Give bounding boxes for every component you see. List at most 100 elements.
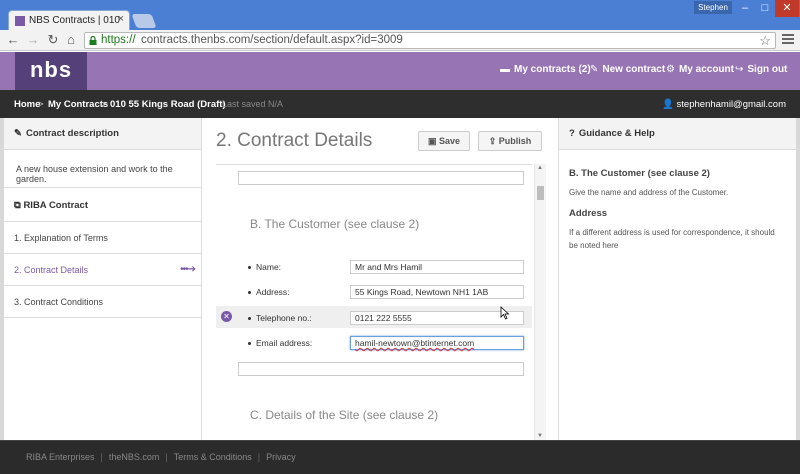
site-footer: RIBA Enterprises | theNBS.com | Terms & Cond… bbox=[0, 440, 800, 474]
close-window-icon[interactable]: ✕ bbox=[775, 0, 799, 17]
scroll-up-icon[interactable]: ▲ bbox=[537, 165, 543, 171]
sidebar-item-contract-conditions[interactable]: 3. Contract Conditions bbox=[4, 286, 201, 318]
tab-title: NBS Contracts | 010 55 Kin bbox=[29, 15, 121, 26]
lock-icon bbox=[89, 36, 97, 45]
user-account[interactable]: 👤 stephenhamil@gmail.com bbox=[662, 99, 786, 110]
nav-sign-out[interactable]: ↪ Sign out bbox=[735, 64, 787, 75]
breadcrumb-bar: Home > My Contracts > 010 55 Kings Road … bbox=[0, 90, 800, 118]
contract-description-heading: ✎ Contract description bbox=[4, 118, 201, 150]
nav-my-account[interactable]: ⚙ My account bbox=[666, 64, 734, 75]
profile-name[interactable]: Stephen bbox=[694, 1, 732, 14]
riba-contract-heading: ⧉ RIBA Contract bbox=[4, 188, 201, 222]
breadcrumb-current: 010 55 Kings Road (Draft) bbox=[110, 99, 226, 110]
footer-link-riba[interactable]: RIBA Enterprises bbox=[26, 452, 95, 462]
scroll-thumb[interactable] bbox=[537, 186, 544, 200]
back-arrow-icon[interactable]: ← bbox=[6, 32, 20, 48]
nav-sign-out-label: Sign out bbox=[747, 64, 788, 75]
name-field[interactable] bbox=[350, 260, 524, 274]
address-label: Address: bbox=[248, 287, 290, 297]
browser-menu-icon[interactable] bbox=[782, 34, 794, 46]
section-b-title: B. The Customer (see clause 2) bbox=[250, 217, 420, 231]
guidance-heading-label: Guidance & Help bbox=[578, 128, 655, 139]
scroll-down-icon[interactable]: ▼ bbox=[537, 433, 543, 439]
maximize-icon[interactable]: □ bbox=[756, 0, 774, 17]
footer-links: RIBA Enterprises | theNBS.com | Terms & Cond… bbox=[26, 452, 296, 462]
telephone-label-text: Telephone no.: bbox=[256, 313, 312, 323]
sidebar-item-explanation-of-terms[interactable]: 1. Explanation of Terms bbox=[4, 222, 201, 254]
url-scheme: https:// bbox=[101, 34, 136, 46]
browser-toolbar: ← → ↻ ⌂ https:// contracts.thenbs.com/se… bbox=[0, 30, 800, 51]
nav-my-contracts-label: My contracts (2) bbox=[514, 64, 591, 75]
next-field-box[interactable] bbox=[238, 362, 524, 376]
nbs-logo[interactable]: nbs bbox=[15, 52, 87, 90]
contract-sidebar: ✎ Contract description A new house extens… bbox=[4, 118, 202, 440]
nav-my-account-label: My account bbox=[678, 64, 734, 75]
bullet bbox=[248, 266, 251, 270]
guidance-panel: ? Guidance & Help B. The Customer (see cl… bbox=[558, 118, 796, 440]
reload-icon[interactable]: ↻ bbox=[46, 32, 60, 48]
breadcrumb-separator: > bbox=[38, 99, 44, 110]
contract-description-label: Contract description bbox=[25, 128, 119, 139]
save-icon: ▣ bbox=[427, 136, 439, 146]
address-field[interactable]: 55 Kings Road, Newtown NH1 1AB bbox=[350, 285, 524, 299]
gear-icon: ⚙ bbox=[666, 64, 675, 75]
help-subheading: Address bbox=[569, 208, 608, 219]
save-button[interactable]: ▣ Save bbox=[418, 131, 470, 151]
address-label-text: Address: bbox=[256, 287, 290, 297]
close-tab-icon[interactable]: × bbox=[118, 13, 124, 25]
nav-my-contracts[interactable]: ▬ My contracts (2) bbox=[500, 64, 591, 75]
form-scrollbar[interactable]: ▲ ▼ bbox=[534, 164, 546, 440]
pencil-icon: ✎ bbox=[14, 128, 22, 139]
user-email: stephenhamil@gmail.com bbox=[676, 99, 786, 110]
active-arrow-icon: •••➔ bbox=[180, 264, 196, 275]
sidebar-item-contract-details[interactable]: 2. Contract Details •••➔ bbox=[4, 254, 201, 286]
bookmark-star-icon[interactable]: ☆ bbox=[759, 33, 771, 49]
new-tab-button[interactable] bbox=[131, 14, 157, 28]
name-label: Name: bbox=[248, 262, 281, 272]
pencil-icon: ✎ bbox=[590, 64, 599, 75]
nav-new-contract-label: New contract bbox=[602, 64, 666, 75]
contract-description: A new house extension and work to the ga… bbox=[4, 150, 201, 188]
riba-contract-label: RIBA Contract bbox=[23, 200, 89, 211]
main-content: 2. Contract Details ▣ Save ⇪ Publish B. … bbox=[202, 118, 558, 440]
save-label: Save bbox=[438, 136, 461, 146]
mouse-cursor-icon bbox=[500, 306, 510, 320]
bullet bbox=[248, 291, 251, 295]
sidebar-item-label: 2. Contract Details bbox=[14, 265, 89, 275]
breadcrumb-my-contracts[interactable]: My Contracts bbox=[48, 99, 108, 110]
upload-icon: ⇪ bbox=[488, 136, 499, 146]
browser-tab[interactable]: NBS Contracts | 010 55 Kin × bbox=[8, 10, 130, 30]
browser-titlebar: NBS Contracts | 010 55 Kin × Stephen – □… bbox=[0, 0, 800, 30]
publish-button[interactable]: ⇪ Publish bbox=[478, 131, 542, 151]
email-field[interactable]: hamil-newtown@btinternet.com bbox=[350, 336, 524, 350]
nav-new-contract[interactable]: ✎ New contract bbox=[590, 64, 665, 75]
help-text: Give the name and address of the Custome… bbox=[569, 188, 729, 197]
help-text-address: If a different address is used for corre… bbox=[569, 228, 775, 250]
remove-icon[interactable]: ✕ bbox=[221, 311, 232, 322]
telephone-label: Telephone no.: bbox=[248, 313, 312, 323]
minimize-icon[interactable]: – bbox=[735, 0, 755, 17]
url-text: contracts.thenbs.com/section/default.asp… bbox=[141, 34, 403, 46]
footer-link-terms[interactable]: Terms & Conditions bbox=[174, 452, 252, 462]
bullet bbox=[248, 317, 251, 321]
last-saved-text: Last saved N/A bbox=[222, 99, 284, 109]
email-label: Email address: bbox=[248, 338, 312, 348]
site-header: nbs ▬ My contracts (2) ✎ New contract ⚙ My … bbox=[0, 52, 800, 90]
home-icon[interactable]: ⌂ bbox=[64, 32, 78, 48]
telephone-field[interactable] bbox=[350, 311, 524, 325]
address-bar[interactable]: https:// contracts.thenbs.com/section/de… bbox=[84, 32, 776, 49]
right-gutter bbox=[796, 118, 800, 440]
sign-out-icon: ↪ bbox=[735, 64, 744, 75]
footer-link-thenbs[interactable]: theNBS.com bbox=[109, 452, 160, 462]
help-title: B. The Customer (see clause 2) bbox=[569, 168, 710, 179]
publish-label: Publish bbox=[498, 136, 532, 146]
breadcrumb-separator: > bbox=[101, 99, 107, 110]
breadcrumb-home[interactable]: Home bbox=[14, 99, 40, 110]
previous-field-box[interactable] bbox=[238, 171, 524, 185]
favicon-icon bbox=[15, 16, 25, 26]
footer-link-privacy[interactable]: Privacy bbox=[266, 452, 296, 462]
forward-arrow-icon[interactable]: → bbox=[26, 32, 40, 48]
email-label-text: Email address: bbox=[256, 338, 313, 348]
contract-form: B. The Customer (see clause 2) Name: Add… bbox=[216, 164, 532, 440]
user-icon: 👤 bbox=[662, 99, 677, 110]
